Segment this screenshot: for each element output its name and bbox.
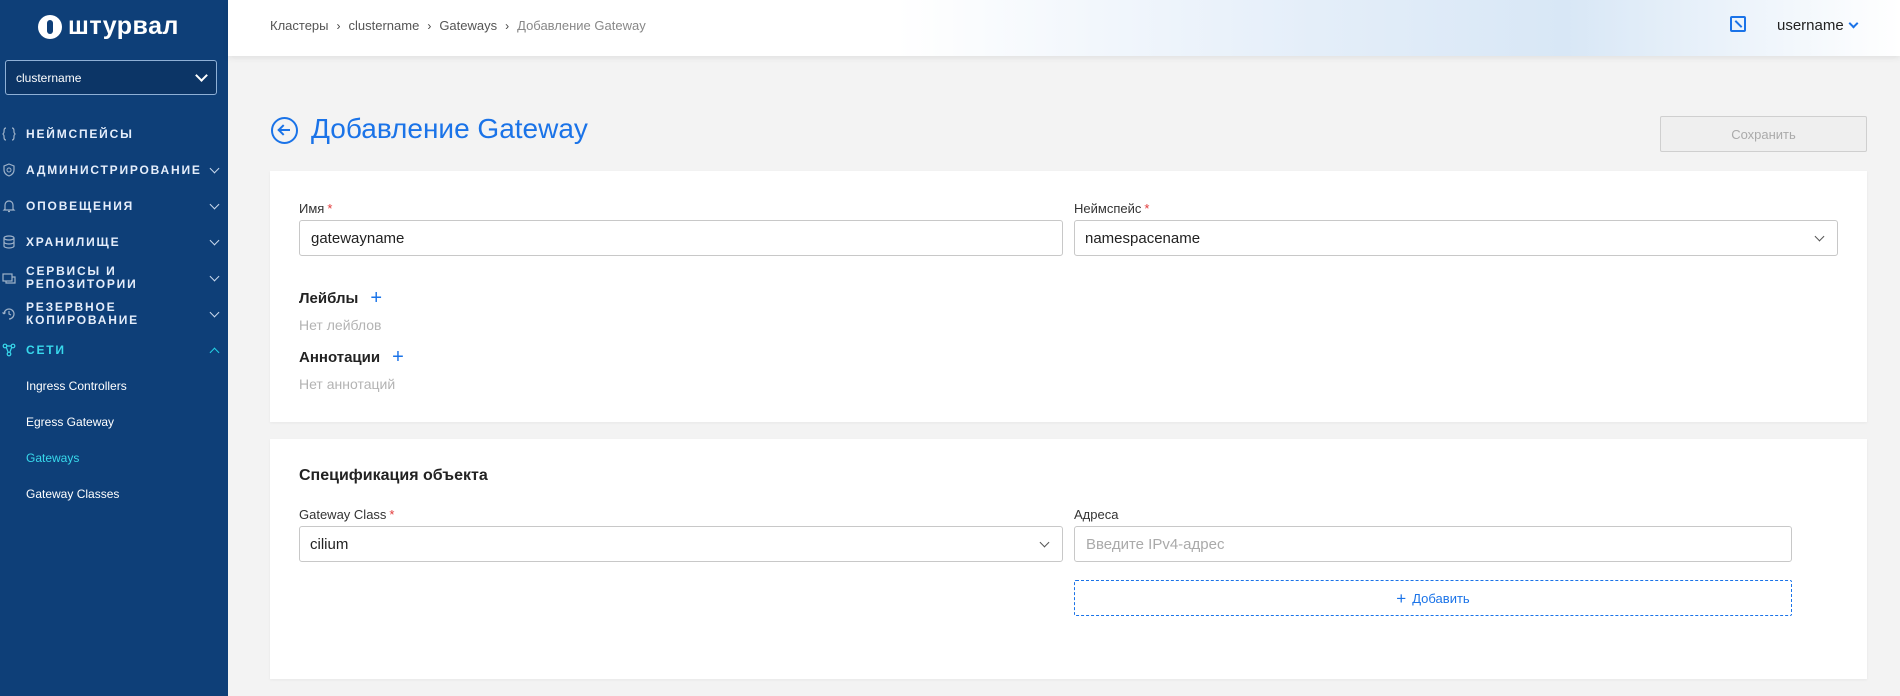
metadata-card: Имя * gatewayname Неймспейс * namespacenam…: [270, 171, 1867, 422]
gateway-class-label-text: Gateway Class: [299, 507, 387, 522]
required-mark: *: [389, 507, 395, 522]
breadcrumb-separator-icon: ›: [505, 18, 510, 33]
name-label-text: Имя: [299, 201, 325, 216]
sidebar-item-label: СЕТИ: [26, 343, 66, 357]
services-icon: [2, 273, 16, 284]
back-arrow-icon[interactable]: [271, 117, 298, 144]
sidebar-subitem-gateways[interactable]: Gateways: [0, 440, 228, 476]
sidebar-item-namespaces[interactable]: НЕЙМСПЕЙСЫ: [0, 116, 228, 152]
backup-icon: [2, 308, 15, 320]
logo-text: штурвал: [68, 12, 179, 40]
logo-icon: [38, 14, 62, 39]
shield-gear-icon: [3, 163, 15, 177]
gateway-class-field-label: Gateway Class *: [299, 507, 394, 522]
plus-icon: +: [1396, 588, 1407, 608]
breadcrumb-clusters[interactable]: Кластеры: [270, 18, 329, 33]
name-input[interactable]: gatewayname: [299, 220, 1063, 256]
addresses-field-label: Адреса: [1074, 507, 1119, 522]
chevron-down-icon: [209, 163, 220, 173]
breadcrumb: Кластеры › clustername › Gateways › Доба…: [270, 18, 646, 33]
sidebar-subitem-ingress-controllers[interactable]: Ingress Controllers: [0, 368, 228, 404]
spec-card: Спецификация объекта Gateway Class * cili…: [270, 439, 1867, 679]
name-input-value: gatewayname: [311, 229, 405, 247]
labels-section: Лейблы +: [299, 288, 382, 308]
chevron-down-icon: [195, 68, 208, 82]
cluster-select-value: clustername: [16, 70, 82, 85]
namespace-label-text: Неймспейс: [1074, 201, 1142, 216]
annotations-empty: Нет аннотаций: [299, 376, 396, 392]
breadcrumb-gateways[interactable]: Gateways: [439, 18, 497, 33]
sidebar-subitem-egress-gateway[interactable]: Egress Gateway: [0, 404, 228, 440]
cluster-select[interactable]: clustername: [5, 60, 217, 95]
save-button[interactable]: Сохранить: [1660, 116, 1867, 152]
add-address-label: Добавить: [1412, 590, 1470, 606]
chevron-down-icon: [209, 307, 220, 317]
chevron-down-icon: [209, 235, 220, 245]
breadcrumb-separator-icon: ›: [427, 18, 432, 33]
chevron-down-icon: [1814, 231, 1825, 242]
breadcrumb-current: Добавление Gateway: [517, 18, 646, 33]
sidebar-item-label: РЕЗЕРВНОЕ КОПИРОВАНИЕ: [26, 300, 139, 327]
chevron-up-icon: [209, 347, 220, 357]
open-external-icon[interactable]: [1730, 16, 1746, 32]
name-field-label: Имя *: [299, 201, 332, 216]
labels-empty: Нет лейблов: [299, 317, 382, 333]
sidebar-item-label: СЕРВИСЫ И РЕПОЗИТОРИИ: [26, 264, 138, 291]
sidebar-item-label: АДМИНИСТРИРОВАНИЕ: [26, 163, 202, 177]
namespace-select-value: namespacename: [1085, 229, 1201, 247]
add-annotation-icon[interactable]: +: [392, 347, 404, 367]
labels-title: Лейблы: [299, 289, 359, 307]
namespace-field-label: Неймспейс *: [1074, 201, 1149, 216]
add-address-button[interactable]: + Добавить: [1074, 580, 1792, 616]
gateway-class-select-value: cilium: [310, 535, 349, 553]
chevron-down-icon: [209, 199, 220, 209]
network-icon: [2, 343, 16, 357]
sidebar-subitem-gateway-classes[interactable]: Gateway Classes: [0, 476, 228, 512]
user-menu[interactable]: username: [1777, 17, 1859, 34]
required-mark: *: [1144, 201, 1150, 216]
sidebar-item-label: НЕЙМСПЕЙСЫ: [26, 127, 134, 141]
annotations-section: Аннотации +: [299, 347, 404, 367]
chevron-down-icon: [1848, 18, 1859, 29]
breadcrumb-separator-icon: ›: [336, 18, 341, 33]
sidebar-item-backup[interactable]: РЕЗЕРВНОЕ КОПИРОВАНИЕ: [0, 296, 228, 332]
address-input[interactable]: Введите IPv4-адрес: [1074, 526, 1792, 562]
annotations-title: Аннотации: [299, 348, 381, 366]
sidebar-item-services[interactable]: СЕРВИСЫ И РЕПОЗИТОРИИ: [0, 260, 228, 296]
database-icon: [3, 235, 15, 249]
braces-icon: [2, 127, 16, 141]
sidebar-item-administration[interactable]: АДМИНИСТРИРОВАНИЕ: [0, 152, 228, 188]
spec-title: Спецификация объекта: [299, 467, 488, 484]
logo[interactable]: штурвал: [38, 12, 179, 41]
sidebar-nav: НЕЙМСПЕЙСЫ АДМИНИСТРИРОВАНИЕ ОПОВЕЩЕНИЯ …: [0, 116, 228, 512]
sidebar-item-notifications[interactable]: ОПОВЕЩЕНИЯ: [0, 188, 228, 224]
namespace-select[interactable]: namespacename: [1074, 220, 1838, 256]
required-mark: *: [327, 201, 333, 216]
address-input-placeholder: Введите IPv4-адрес: [1086, 535, 1225, 553]
username: username: [1777, 17, 1844, 34]
page-title: Добавление Gateway: [311, 113, 588, 144]
sidebar-item-label: ОПОВЕЩЕНИЯ: [26, 199, 135, 213]
sidebar: штурвал clustername НЕЙМСПЕЙСЫ АДМИНИСТР…: [0, 0, 228, 696]
breadcrumb-cluster[interactable]: clustername: [349, 18, 420, 33]
chevron-down-icon: [209, 271, 220, 281]
add-label-icon[interactable]: +: [370, 288, 382, 308]
sidebar-item-label: ХРАНИЛИЩЕ: [26, 235, 121, 249]
bell-icon: [2, 200, 16, 213]
chevron-down-icon: [1039, 537, 1050, 548]
gateway-class-select[interactable]: cilium: [299, 526, 1063, 562]
top-header: Кластеры › clustername › Gateways › Доба…: [228, 0, 1900, 56]
sidebar-item-networks[interactable]: СЕТИ: [0, 332, 228, 368]
sidebar-item-storage[interactable]: ХРАНИЛИЩЕ: [0, 224, 228, 260]
